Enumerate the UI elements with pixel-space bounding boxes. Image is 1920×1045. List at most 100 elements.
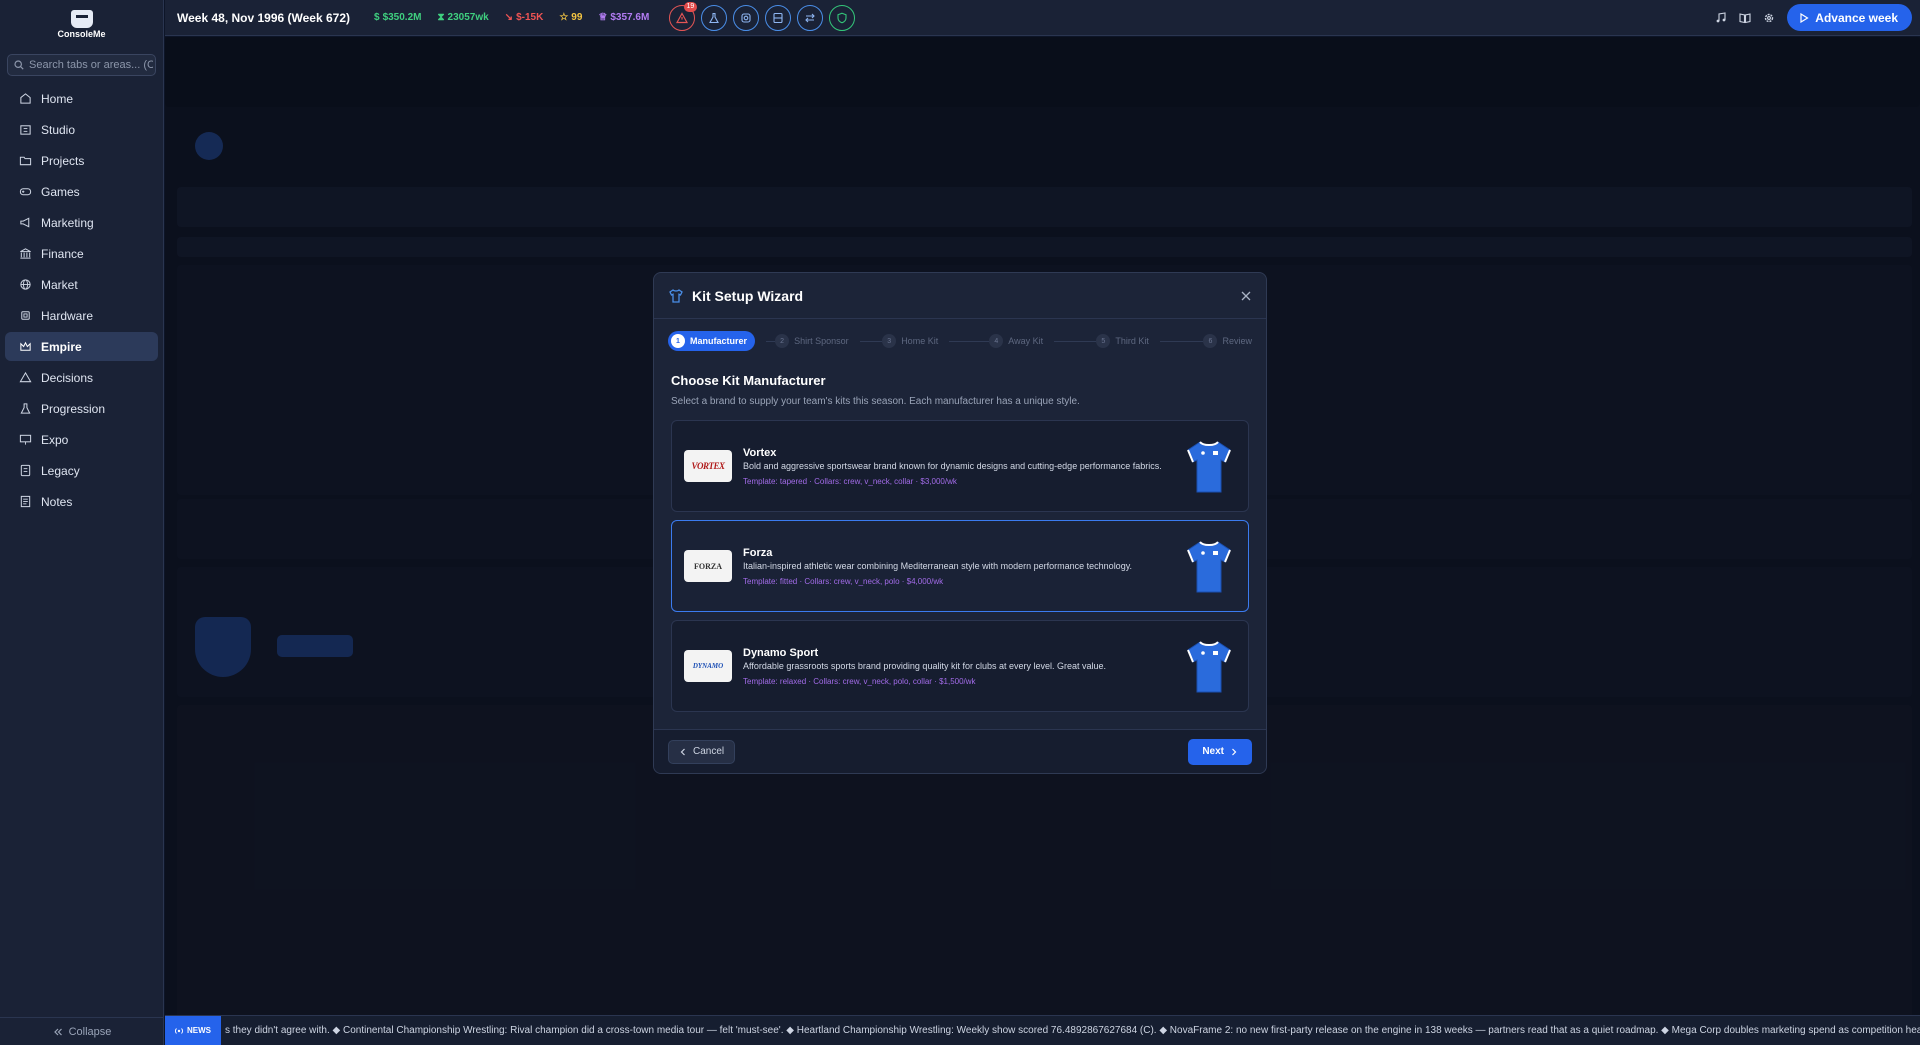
stat-crown: ♕ $357.6M bbox=[598, 12, 649, 23]
film-icon bbox=[773, 12, 783, 23]
transfer-button[interactable] bbox=[797, 4, 824, 31]
flask-icon bbox=[709, 12, 720, 23]
manufacturer-card-dynamo-sport[interactable]: DYNAMO Dynamo Sport Affordable grassroots … bbox=[671, 620, 1249, 712]
sidebar-item-studio[interactable]: Studio bbox=[5, 115, 158, 144]
chevrons-left-icon bbox=[53, 1028, 62, 1035]
sidebar-item-notes[interactable]: Notes bbox=[5, 487, 158, 516]
shield-button[interactable] bbox=[829, 4, 856, 31]
sidebar-item-market[interactable]: Market bbox=[5, 270, 158, 299]
advance-week-label: Advance week bbox=[1815, 10, 1898, 25]
next-label: Next bbox=[1202, 746, 1224, 757]
play-icon bbox=[1800, 12, 1809, 23]
sidebar-item-projects[interactable]: Projects bbox=[5, 146, 158, 175]
modal-header: Kit Setup Wizard bbox=[654, 273, 1266, 319]
music-icon[interactable] bbox=[1715, 11, 1727, 24]
sidebar-item-label: Finance bbox=[41, 246, 84, 261]
sidebar-item-label: Studio bbox=[41, 122, 76, 137]
manufacturer-info: Forza Italian-inspired athletic wear comb… bbox=[743, 547, 1184, 586]
flask-icon bbox=[20, 403, 31, 414]
step-label: Third Kit bbox=[1115, 336, 1149, 346]
brand-logo-text: FORZA bbox=[694, 561, 722, 571]
app-logo[interactable]: ConsoleMe bbox=[0, 6, 163, 42]
film-button[interactable] bbox=[765, 4, 792, 31]
gear-icon[interactable] bbox=[1763, 12, 1775, 24]
step-manufacturer[interactable]: 1 Manufacturer bbox=[668, 331, 776, 351]
week-label: Week 48, Nov 1996 (Week 672) bbox=[177, 10, 350, 25]
step-number: 3 bbox=[882, 334, 897, 348]
broadcast-icon bbox=[175, 1027, 183, 1034]
sidebar-item-label: Games bbox=[41, 184, 80, 199]
book-open-icon[interactable] bbox=[1739, 12, 1751, 24]
top-bar: Week 48, Nov 1996 (Week 672) $ $350.2M ⧗ 23… bbox=[165, 0, 1920, 36]
sidebar-item-hardware[interactable]: Hardware bbox=[5, 301, 158, 330]
next-button[interactable]: Next bbox=[1188, 738, 1252, 765]
transfer-icon bbox=[805, 13, 816, 22]
alerts-button[interactable]: 19 bbox=[669, 1, 698, 31]
sidebar-item-home[interactable]: Home bbox=[5, 84, 158, 113]
alerts-badge: 19 bbox=[683, 1, 698, 12]
step-connector bbox=[766, 340, 776, 342]
manufacturer-meta: Template: tapered · Collars: crew, v_nec… bbox=[743, 476, 957, 486]
sidebar-item-games[interactable]: Games bbox=[5, 177, 158, 206]
folder-icon bbox=[19, 156, 32, 166]
manufacturer-list: VORTEX Vortex Bold and aggressive sportswe… bbox=[671, 420, 1249, 712]
step-away-kit[interactable]: 4 Away Kit bbox=[989, 334, 1097, 348]
manufacturer-info: Vortex Bold and aggressive sportswear bra… bbox=[743, 447, 1184, 486]
news-tag-label: NEWS bbox=[187, 1026, 211, 1035]
step-connector bbox=[1159, 340, 1204, 342]
close-icon[interactable] bbox=[1240, 290, 1252, 302]
manufacturer-meta: Template: fitted · Collars: crew, v_neck… bbox=[743, 576, 944, 586]
section-title: Choose Kit Manufacturer bbox=[671, 373, 826, 388]
sidebar-item-marketing[interactable]: Marketing bbox=[5, 208, 158, 237]
kit-shirt-preview bbox=[1187, 641, 1231, 693]
manufacturer-description: Bold and aggressive sportswear brand kno… bbox=[743, 460, 1162, 471]
manufacturer-card-forza[interactable]: FORZA Forza Italian-inspired athletic wear… bbox=[671, 520, 1249, 612]
step-home-kit[interactable]: 3 Home Kit bbox=[882, 334, 990, 348]
notes-icon bbox=[20, 495, 31, 508]
step-label: Away Kit bbox=[1008, 336, 1044, 346]
modal-title: Kit Setup Wizard bbox=[692, 287, 804, 304]
stat-value: 99 bbox=[571, 12, 583, 23]
quick-actions: 19 bbox=[669, 1, 856, 31]
settings-wheel-button[interactable] bbox=[733, 4, 760, 31]
research-button[interactable] bbox=[701, 4, 728, 31]
step-connector bbox=[1054, 340, 1097, 342]
warning-icon bbox=[19, 371, 32, 383]
cancel-button[interactable]: Cancel bbox=[668, 739, 736, 764]
brand-logo: DYNAMO bbox=[684, 650, 732, 682]
step-label: Manufacturer bbox=[690, 336, 748, 346]
sidebar-item-finance[interactable]: Finance bbox=[5, 239, 158, 268]
book-icon bbox=[20, 464, 31, 477]
stat-value: $350.2M bbox=[382, 12, 422, 23]
stat-dollar: $ $350.2M bbox=[374, 12, 421, 23]
step-shirt-sponsor[interactable]: 2 Shirt Sponsor bbox=[775, 334, 883, 348]
advance-week-button[interactable]: Advance week bbox=[1787, 4, 1912, 31]
sidebar-item-decisions[interactable]: Decisions bbox=[5, 363, 158, 392]
right-tools: Advance week bbox=[1715, 4, 1912, 31]
manufacturer-name: Dynamo Sport bbox=[743, 646, 819, 659]
step-label: Shirt Sponsor bbox=[794, 336, 849, 346]
sidebar-item-label: Legacy bbox=[41, 463, 80, 478]
sidebar-item-progression[interactable]: Progression bbox=[5, 394, 158, 423]
step-third-kit[interactable]: 5 Third Kit bbox=[1096, 334, 1204, 348]
sidebar-item-label: Projects bbox=[41, 153, 85, 168]
step-number: 5 bbox=[1096, 334, 1111, 348]
sidebar-item-expo[interactable]: Expo bbox=[5, 425, 158, 454]
kit-shirt-preview bbox=[1187, 441, 1231, 493]
manufacturer-description: Italian-inspired athletic wear combining… bbox=[743, 560, 1133, 571]
sidebar-item-label: Notes bbox=[41, 494, 73, 509]
sidebar-item-empire[interactable]: Empire bbox=[5, 332, 158, 361]
collapse-button[interactable]: Collapse bbox=[0, 1017, 164, 1045]
cancel-label: Cancel bbox=[693, 746, 725, 757]
wizard-stepper: 1 Manufacturer 2 Shirt Sponsor 3 Home Kit 4 Awa… bbox=[654, 325, 1266, 357]
step-review[interactable]: 6 Review bbox=[1203, 334, 1252, 348]
search-box bbox=[7, 54, 156, 76]
kit-shirt-preview bbox=[1187, 541, 1231, 593]
manufacturer-meta: Template: relaxed · Collars: crew, v_nec… bbox=[743, 676, 976, 686]
sidebar: ConsoleMe Home Studio Projects Games Marketi… bbox=[0, 0, 164, 1045]
sidebar-item-legacy[interactable]: Legacy bbox=[5, 456, 158, 485]
news-tag: NEWS bbox=[165, 1016, 221, 1045]
chevron-right-icon bbox=[1232, 748, 1237, 755]
search-input[interactable] bbox=[29, 59, 153, 71]
manufacturer-card-vortex[interactable]: VORTEX Vortex Bold and aggressive sportswe… bbox=[671, 420, 1249, 512]
